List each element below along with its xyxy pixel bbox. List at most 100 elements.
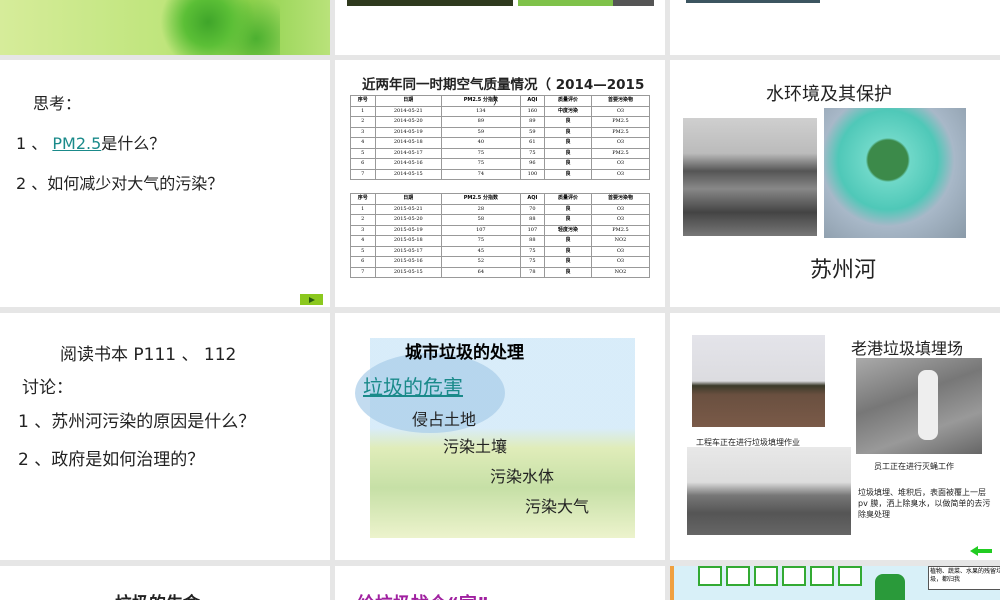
speech-bubble: 植物、蔬菜、水果的残留垃圾，都归我: [928, 566, 1000, 590]
table-cell: 良: [544, 266, 592, 278]
slide-thumbnail-reading[interactable]: 阅读书本 P111 、 112 讨论： 1 、苏州河污染的原因是什么？ 2 、政…: [0, 313, 330, 560]
table-cell: O3: [590, 158, 651, 170]
table-cell: 良: [544, 126, 592, 138]
table-cell: 45: [441, 245, 521, 257]
slide-title: 近两年同一时期空气质量情况（ 2014—2015: [362, 77, 645, 93]
table-cell: 59: [441, 126, 521, 138]
table-cell: 100: [519, 168, 546, 180]
table-cell: 2014-05-19: [374, 126, 443, 138]
table-cell: 5: [350, 245, 376, 257]
category-icon: [810, 566, 834, 586]
table-cell: O3: [590, 137, 651, 149]
table-row: 6 2014-05-16 75 96 良 O3: [350, 158, 651, 170]
slide-thumbnail-air-quality[interactable]: 近两年同一时期空气质量情况（ 2014—2015 序号 日期 PM2.5 分指数 AQ…: [335, 60, 665, 307]
table-cell: 58: [441, 214, 521, 226]
table-cell: 2015-05-21: [374, 203, 443, 215]
hazard-item: 污染水体: [490, 467, 555, 486]
slide-caption: 苏州河: [810, 258, 877, 283]
table-cell: 2014-05-20: [374, 116, 443, 128]
table-cell: 75: [519, 256, 546, 268]
slide-title: 水环境及其保护: [766, 84, 892, 105]
table-cell: 2015-05-18: [374, 235, 443, 247]
q1-number: 1 、: [16, 134, 48, 153]
table-cell: 88: [519, 214, 546, 226]
play-icon: [309, 297, 315, 303]
column-header: PM2.5 分指数: [441, 95, 521, 107]
table-cell: 2014-05-15: [374, 168, 443, 180]
slide-thumbnail-garbage[interactable]: 城市垃圾的处理 垃圾的危害 侵占土地 污染土壤 污染水体 污染大气: [335, 313, 665, 560]
slide-thumbnail-sorting[interactable]: 植物、蔬菜、水果的残留垃圾，都归我: [670, 566, 1000, 600]
table-cell: 2: [350, 214, 376, 226]
table-cell: 75: [441, 235, 521, 247]
table-header-row: 序号 日期 PM2.5 分指数 AQI 质量评价 首要污染物: [350, 193, 651, 205]
table-cell: 2015-05-20: [374, 214, 443, 226]
table-row: 4 2015-05-18 75 88 良 NO2: [350, 235, 651, 247]
slide-title: 老港垃圾填埋场: [851, 339, 964, 358]
table-cell: O3: [590, 168, 651, 180]
table-row: 1 2015-05-21 28 70 良 O3: [350, 203, 651, 215]
next-arrow-button[interactable]: [300, 294, 323, 305]
slide-thumbnail-water-photo[interactable]: [670, 0, 1000, 55]
table-cell: PM2.5: [590, 147, 651, 159]
table-cell: 良: [544, 137, 592, 149]
table-row: 6 2015-05-16 52 75 良 O3: [350, 256, 651, 268]
table-cell: 7: [350, 168, 376, 180]
table-cell: O3: [590, 105, 651, 117]
table-cell: 70: [519, 203, 546, 215]
table-cell: 2014-05-16: [374, 158, 443, 170]
table-cell: 88: [519, 235, 546, 247]
table-cell: 4: [350, 235, 376, 247]
table-cell: 2014-05-17: [374, 147, 443, 159]
table-row: 5 2014-05-17 75 75 良 PM2.5: [350, 147, 651, 159]
slide-thumbnail-leaves[interactable]: [0, 0, 330, 55]
table-cell: 75: [441, 147, 521, 159]
category-icon: [754, 566, 778, 586]
table-cell: 中度污染: [544, 105, 592, 117]
table-cell: 107: [441, 224, 521, 236]
leaves-image: [160, 0, 280, 55]
table-row: 7 2015-05-15 64 78 良 NO2: [350, 266, 651, 278]
question-2: 2 、如何减少对大气的污染？: [16, 174, 224, 193]
table-cell: O3: [590, 203, 651, 215]
worker-figure: [918, 370, 938, 440]
slide-thumbnail-water[interactable]: 水环境及其保护 苏州河: [670, 60, 1000, 307]
table-cell: O3: [590, 214, 651, 226]
slide-thumbnail-landfill[interactable]: 老港垃圾填埋场 工程车正在进行垃圾填埋作业 员工正在进行灭蝇工作 垃圾填埋、堆积…: [670, 313, 1000, 560]
table-cell: 2014-05-21: [374, 105, 443, 117]
column-header: 序号: [350, 95, 376, 107]
table-cell: PM2.5: [590, 224, 651, 236]
slide-thumbnail-garbage-life[interactable]: 垃圾的生命: [0, 566, 330, 600]
cartoon-bin: [875, 574, 905, 600]
table-cell: 96: [519, 158, 546, 170]
table-cell: 89: [519, 116, 546, 128]
category-icon: [782, 566, 806, 586]
slide-thumbnail-road[interactable]: [335, 0, 665, 55]
hazard-item: 侵占土地: [412, 410, 477, 429]
table-cell: 74: [441, 168, 521, 180]
garbage-hazard-link[interactable]: 垃圾的危害: [363, 371, 463, 400]
table-cell: 6: [350, 158, 376, 170]
table-cell: 134: [441, 105, 521, 117]
landfill-description: 垃圾填埋、堆积后，表面被覆上一层 pv 膜，洒上除臭水，以做简单的去污除臭处理: [858, 488, 991, 519]
table-cell: 2015-05-15: [374, 266, 443, 278]
polluted-river-photo: [683, 118, 817, 236]
back-arrow-button[interactable]: [970, 546, 992, 556]
table-cell: 61: [519, 137, 546, 149]
pm25-link[interactable]: PM2.5: [52, 134, 101, 153]
table-cell: 良: [544, 235, 592, 247]
column-header: 质量评价: [544, 95, 592, 107]
clean-river-photo: [824, 108, 966, 238]
table-row: 3 2015-05-19 107 107 轻度污染 PM2.5: [350, 224, 651, 236]
closing-paren: ）: [493, 94, 504, 107]
table-cell: 6: [350, 256, 376, 268]
column-header: AQI: [519, 193, 546, 205]
table-row: 4 2014-05-18 40 61 良 O3: [350, 137, 651, 149]
table-2015-container: 序号 日期 PM2.5 分指数 AQI 质量评价 首要污染物 1 2015-05-21 28 70…: [350, 193, 651, 278]
slide-thumbnail-think[interactable]: 思考： 1 、 PM2.5是什么？ 2 、如何减少对大气的污染？: [0, 60, 330, 307]
table-cell: 1: [350, 203, 376, 215]
slide-thumbnail-garbage-home[interactable]: 给垃圾找个“家”: [335, 566, 665, 600]
column-header: 首要污染物: [590, 193, 651, 205]
table-cell: 64: [441, 266, 521, 278]
table-cell: 3: [350, 224, 376, 236]
table-row: 3 2014-05-19 59 59 良 PM2.5: [350, 126, 651, 138]
